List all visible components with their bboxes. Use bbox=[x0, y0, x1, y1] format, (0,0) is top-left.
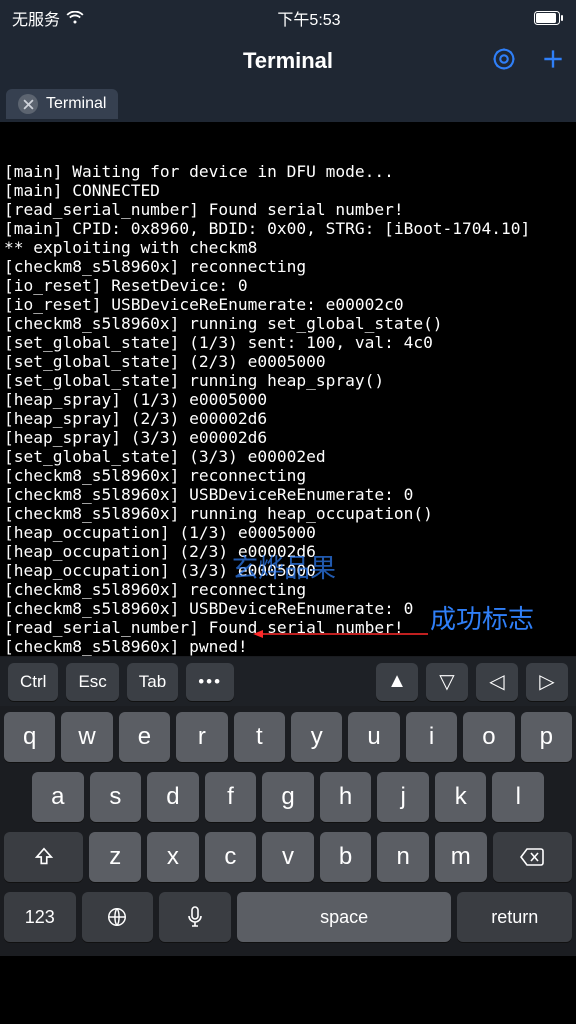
terminal-line: [checkm8_s5l8960x] running heap_occupati… bbox=[4, 504, 572, 523]
status-bar: 无服务 下午5:53 bbox=[0, 0, 576, 36]
terminal-line: [checkm8_s5l8960x] USBDeviceReEnumerate:… bbox=[4, 485, 572, 504]
numbers-key[interactable]: 123 bbox=[4, 892, 76, 942]
more-keys-button[interactable]: ••• bbox=[186, 663, 234, 701]
arrow-right-key[interactable]: ▷ bbox=[526, 663, 568, 701]
return-key[interactable]: return bbox=[457, 892, 572, 942]
keyboard-accessory-bar: Ctrl Esc Tab ••• ▲ ▽ ◁ ▷ bbox=[0, 656, 576, 706]
shift-key[interactable] bbox=[4, 832, 83, 882]
key-s[interactable]: s bbox=[90, 772, 142, 822]
backspace-key[interactable] bbox=[493, 832, 572, 882]
page-title: Terminal bbox=[243, 48, 333, 74]
key-q[interactable]: q bbox=[4, 712, 55, 762]
terminal-line: [set_global_state] running heap_spray() bbox=[4, 371, 572, 390]
tab-label: Terminal bbox=[46, 95, 106, 113]
terminal-line: [main] CPID: 0x8960, BDID: 0x00, STRG: [… bbox=[4, 219, 572, 238]
key-g[interactable]: g bbox=[262, 772, 314, 822]
arrow-up-key[interactable]: ▲ bbox=[376, 663, 418, 701]
gear-icon[interactable] bbox=[490, 45, 518, 78]
ctrl-key[interactable]: Ctrl bbox=[8, 663, 58, 701]
terminal-line: [heap_spray] (3/3) e00002d6 bbox=[4, 428, 572, 447]
key-i[interactable]: i bbox=[406, 712, 457, 762]
tab-key[interactable]: Tab bbox=[127, 663, 178, 701]
nav-bar: Terminal bbox=[0, 36, 576, 86]
key-h[interactable]: h bbox=[320, 772, 372, 822]
key-o[interactable]: o bbox=[463, 712, 514, 762]
key-n[interactable]: n bbox=[377, 832, 429, 882]
mic-key[interactable] bbox=[159, 892, 231, 942]
esc-key[interactable]: Esc bbox=[66, 663, 118, 701]
space-key[interactable]: space bbox=[237, 892, 452, 942]
arrow-down-key[interactable]: ▽ bbox=[426, 663, 468, 701]
key-u[interactable]: u bbox=[348, 712, 399, 762]
terminal-line: [heap_occupation] (3/3) e0005000 bbox=[4, 561, 572, 580]
tab-bar: Terminal bbox=[0, 86, 576, 122]
keyboard: qwertyuiop asdfghjkl zxcvbnm 123 space r… bbox=[0, 706, 576, 956]
key-l[interactable]: l bbox=[492, 772, 544, 822]
wifi-icon bbox=[66, 11, 84, 25]
terminal-line: [checkm8_s5l8960x] running set_global_st… bbox=[4, 314, 572, 333]
tab-terminal[interactable]: Terminal bbox=[6, 89, 118, 119]
terminal-line: [heap_occupation] (1/3) e0005000 bbox=[4, 523, 572, 542]
terminal-line: [checkm8_s5l8960x] pwned! bbox=[4, 637, 572, 656]
terminal-line: [checkm8_s5l8960x] reconnecting bbox=[4, 466, 572, 485]
terminal-line: ** exploiting with checkm8 bbox=[4, 238, 572, 257]
terminal-line: [main] CONNECTED bbox=[4, 181, 572, 200]
key-d[interactable]: d bbox=[147, 772, 199, 822]
terminal-line: [io_reset] ResetDevice: 0 bbox=[4, 276, 572, 295]
key-x[interactable]: x bbox=[147, 832, 199, 882]
battery-icon bbox=[534, 11, 564, 25]
key-t[interactable]: t bbox=[234, 712, 285, 762]
arrow-left-key[interactable]: ◁ bbox=[476, 663, 518, 701]
key-a[interactable]: a bbox=[32, 772, 84, 822]
terminal-line: [main] Waiting for device in DFU mode... bbox=[4, 162, 572, 181]
plus-icon[interactable] bbox=[540, 46, 566, 77]
key-r[interactable]: r bbox=[176, 712, 227, 762]
terminal-line: [heap_spray] (2/3) e00002d6 bbox=[4, 409, 572, 428]
key-b[interactable]: b bbox=[320, 832, 372, 882]
key-e[interactable]: e bbox=[119, 712, 170, 762]
terminal-line: [read_serial_number] Found serial number… bbox=[4, 618, 572, 637]
key-j[interactable]: j bbox=[377, 772, 429, 822]
terminal-line: [checkm8_s5l8960x] USBDeviceReEnumerate:… bbox=[4, 599, 572, 618]
status-time: 下午5:53 bbox=[277, 6, 340, 30]
key-v[interactable]: v bbox=[262, 832, 314, 882]
key-f[interactable]: f bbox=[205, 772, 257, 822]
key-m[interactable]: m bbox=[435, 832, 487, 882]
terminal-line: [set_global_state] (3/3) e00002ed bbox=[4, 447, 572, 466]
key-c[interactable]: c bbox=[205, 832, 257, 882]
status-left: 无服务 bbox=[12, 6, 84, 30]
key-k[interactable]: k bbox=[435, 772, 487, 822]
terminal-line: [read_serial_number] Found serial number… bbox=[4, 200, 572, 219]
globe-key[interactable] bbox=[82, 892, 154, 942]
key-y[interactable]: y bbox=[291, 712, 342, 762]
terminal-line: [checkm8_s5l8960x] reconnecting bbox=[4, 257, 572, 276]
status-right bbox=[534, 11, 564, 25]
close-icon[interactable] bbox=[18, 94, 38, 114]
terminal-line: [io_reset] USBDeviceReEnumerate: e00002c… bbox=[4, 295, 572, 314]
terminal-line: [heap_occupation] (2/3) e00002d6 bbox=[4, 542, 572, 561]
key-p[interactable]: p bbox=[521, 712, 572, 762]
terminal-line: [set_global_state] (2/3) e0005000 bbox=[4, 352, 572, 371]
key-z[interactable]: z bbox=[89, 832, 141, 882]
carrier-text: 无服务 bbox=[12, 6, 60, 30]
terminal-line: [checkm8_s5l8960x] reconnecting bbox=[4, 580, 572, 599]
terminal-line: [set_global_state] (1/3) sent: 100, val:… bbox=[4, 333, 572, 352]
terminal-line: [heap_spray] (1/3) e0005000 bbox=[4, 390, 572, 409]
key-w[interactable]: w bbox=[61, 712, 112, 762]
terminal-output[interactable]: [main] Waiting for device in DFU mode...… bbox=[0, 122, 576, 656]
